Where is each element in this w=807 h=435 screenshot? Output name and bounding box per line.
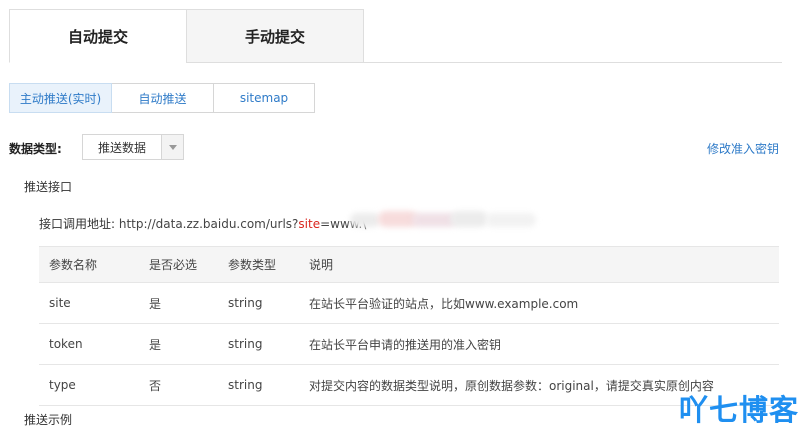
- push-example-title: 推送示例: [24, 413, 73, 427]
- col-header-desc: 说明: [299, 246, 779, 283]
- tab-auto-submit[interactable]: 自动提交: [9, 9, 187, 63]
- param-type: string: [218, 282, 299, 324]
- push-method-tabs: 主动推送(实时) 自动推送 sitemap: [9, 83, 315, 113]
- param-name: type: [39, 364, 139, 406]
- param-type: string: [218, 323, 299, 365]
- tab-active-push[interactable]: 主动推送(实时): [9, 83, 112, 113]
- table-row: token 是 string 在站长平台申请的推送用的准入密钥: [39, 323, 779, 365]
- blog-watermark: 吖七博客: [678, 393, 799, 427]
- tab-sitemap[interactable]: sitemap: [213, 83, 315, 113]
- table-row: type 否 string 对提交内容的数据类型说明，原创数据参数：origin…: [39, 364, 779, 406]
- tab-auto-push[interactable]: 自动推送: [111, 83, 214, 113]
- endpoint-label: 接口调用地址:: [39, 217, 116, 231]
- param-required: 是: [139, 323, 218, 365]
- push-interface-title: 推送接口: [24, 180, 73, 194]
- param-desc: 在站长平台验证的站点，比如www.example.com: [299, 282, 779, 324]
- endpoint-url-prefix: http://data.zz.baidu.com/urls?: [118, 217, 299, 231]
- param-required: 是: [139, 282, 218, 324]
- col-header-required: 是否必选: [139, 246, 218, 283]
- endpoint-site-param: site: [298, 217, 321, 231]
- col-header-type: 参数类型: [218, 246, 299, 283]
- tab-manual-submit[interactable]: 手动提交: [186, 9, 364, 63]
- table-row: site 是 string 在站长平台验证的站点，比如www.example.c…: [39, 282, 779, 324]
- modify-token-link[interactable]: 修改准入密钥: [707, 140, 779, 157]
- param-name: site: [39, 282, 139, 324]
- data-type-label: 数据类型:: [9, 142, 62, 156]
- param-desc: 在站长平台申请的推送用的准入密钥: [299, 323, 779, 365]
- endpoint-row: 接口调用地址: http://data.zz.baidu.com/urls?si…: [39, 215, 366, 232]
- table-header-row: 参数名称 是否必选 参数类型 说明: [39, 246, 779, 283]
- data-type-value: 推送数据: [97, 140, 146, 155]
- param-required: 否: [139, 364, 218, 406]
- redacted-blur: [350, 207, 550, 235]
- dropdown-arrow-icon[interactable]: [161, 135, 183, 159]
- submission-tabs: 自动提交 手动提交: [9, 9, 782, 63]
- params-table: 参数名称 是否必选 参数类型 说明 site 是 string 在站长平台验证的…: [39, 246, 779, 406]
- param-type: string: [218, 364, 299, 406]
- param-name: token: [39, 323, 139, 365]
- col-header-name: 参数名称: [39, 246, 139, 283]
- data-type-select[interactable]: 推送数据: [82, 134, 184, 160]
